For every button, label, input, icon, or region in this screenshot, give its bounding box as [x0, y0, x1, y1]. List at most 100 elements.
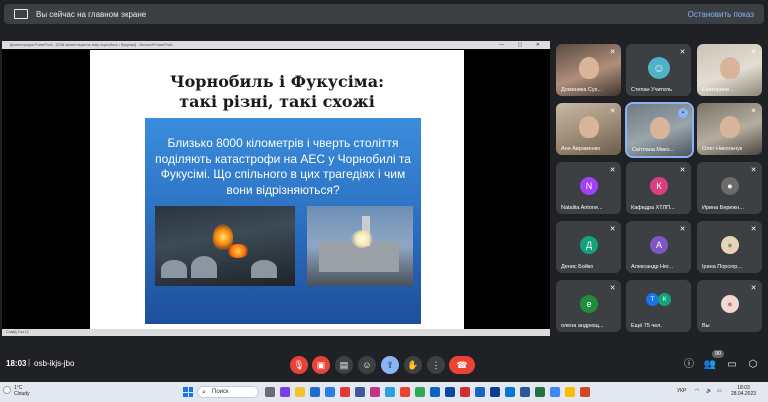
taskbar-search[interactable]: ⌕ Поиск [197, 386, 259, 398]
plant-tank [251, 260, 277, 278]
participant-avatar: А [650, 236, 668, 254]
participant-name: Екатерина ... [702, 87, 735, 93]
instagram-icon[interactable] [370, 387, 380, 397]
powerpoint-titlebar: Демонстрация PowerPoint - [OSB презентац… [2, 41, 550, 49]
volume-icon[interactable]: 🔈 [706, 388, 712, 395]
wifi-icon[interactable]: ◠ [695, 388, 699, 395]
participant-video [650, 117, 670, 139]
present-screen-button[interactable]: ⇪ [381, 356, 399, 374]
participant-tile[interactable]: ✕ Доминика Сух... [556, 44, 621, 96]
fukushima-photo [307, 206, 413, 286]
participant-avatar: N [580, 177, 598, 195]
app-icon[interactable] [340, 387, 350, 397]
mic-toggle-button[interactable]: 🎙 [290, 356, 308, 374]
keyboard-language[interactable]: УКР [677, 388, 686, 395]
participant-tile[interactable]: ● ✕ Ірина Порсюр... [697, 221, 762, 273]
globe-avatar-icon: ☺ [648, 57, 670, 79]
app-icon[interactable] [445, 387, 455, 397]
participant-tile[interactable]: ☺ ✕ Степан Учитель [626, 44, 691, 96]
participant-tile[interactable]: N ✕ Nataliia Antone... [556, 162, 621, 214]
slide-content-box: Близько 8000 кілометрів і чверть столітт… [145, 118, 421, 324]
participant-tile[interactable]: Д ✕ Денис Бойко [556, 221, 621, 273]
excel-icon[interactable] [535, 387, 545, 397]
participant-tile[interactable]: ✕ Аня Авраменко [556, 103, 621, 155]
participant-tile[interactable]: ✕ Екатерина ... [697, 44, 762, 96]
slide-body-text: Близько 8000 кілометрів і чверть столітт… [155, 136, 411, 197]
app-icon[interactable] [565, 387, 575, 397]
leave-call-button[interactable]: ☎ [449, 356, 475, 374]
slide-counter: Слайд 3 из 12 [6, 330, 29, 334]
battery-icon[interactable]: ▭ [717, 388, 722, 395]
app-icon[interactable] [400, 387, 410, 397]
self-tile[interactable]: ● ✕ Вы [697, 280, 762, 332]
app-icon[interactable] [505, 387, 515, 397]
participant-name: Nataliia Antone... [561, 205, 603, 211]
app-icon[interactable] [550, 387, 560, 397]
teams-icon[interactable] [280, 387, 290, 397]
meeting-controls: 18:03 | osb-ikjs-jbo 🎙 ▣ ▤ ☺ ⇪ ✋ ⋮ ☎ ⓘ 👥… [0, 348, 768, 382]
participant-tile-speaking[interactable]: ▪ Світлана Мико... [625, 102, 694, 158]
stop-presenting-button[interactable]: Остановить показ [688, 10, 754, 19]
store-icon[interactable] [325, 387, 335, 397]
participant-name: Кафедра ХТЛП... [631, 205, 675, 211]
edge-icon[interactable] [310, 387, 320, 397]
participant-tile[interactable]: е ✕ олена андрющ... [556, 280, 621, 332]
file-explorer-icon[interactable] [295, 387, 305, 397]
search-icon: ⌕ [202, 389, 206, 396]
explosion-glow [351, 230, 373, 248]
window-controls[interactable]: — ▢ ✕ [499, 42, 546, 48]
app-icon[interactable] [385, 387, 395, 397]
taskbar-clock[interactable]: 18:03 28.04.2023 [731, 385, 756, 397]
meeting-details-icon[interactable]: ⓘ [682, 359, 696, 371]
clock-date: 28.04.2023 [731, 391, 757, 397]
app-icon[interactable] [355, 387, 365, 397]
meeting-code: osb-ikjs-jbo [34, 359, 75, 368]
participant-name: Степан Учитель [631, 87, 672, 93]
camera-toggle-button[interactable]: ▣ [312, 356, 330, 374]
participant-video [579, 116, 599, 138]
acrobat-icon[interactable] [460, 387, 470, 397]
mic-off-icon: ✕ [609, 49, 616, 56]
mic-off-icon: ✕ [750, 285, 757, 292]
photoshop-icon[interactable] [490, 387, 500, 397]
participant-tile[interactable]: К ✕ Кафедра ХТЛП... [626, 162, 691, 214]
participant-video [720, 116, 740, 138]
participant-count-badge: 90 [712, 350, 725, 358]
participant-tile[interactable]: А ✕ Александр Нег... [626, 221, 691, 273]
app-icon[interactable] [430, 387, 440, 397]
weather-condition: Cloudy [14, 391, 30, 397]
participant-photo-avatar: ● [721, 236, 739, 254]
task-view-icon[interactable] [265, 387, 275, 397]
people-icon[interactable]: 👥 [703, 359, 717, 371]
more-options-icon[interactable]: ⋮ [427, 356, 445, 374]
participant-avatar: е [580, 295, 598, 313]
presenting-text: Вы сейчас на главном экране [36, 9, 147, 19]
windows-start-icon[interactable] [183, 387, 193, 397]
participant-name: олена андрющ... [561, 323, 604, 329]
powerpoint-icon[interactable] [580, 387, 590, 397]
chernobyl-photo [155, 206, 295, 286]
slide-title-line-2: такі різні, такі схожі [179, 92, 375, 111]
more-participants-tile[interactable]: Т К Ещё 75 чел. [626, 280, 691, 332]
speaking-indicator-icon: ▪ [678, 108, 688, 118]
participant-tile[interactable]: ● ✕ Ирина Бережн... [697, 162, 762, 214]
chat-icon[interactable]: ▭ [725, 359, 739, 371]
mic-off-icon: ✕ [609, 285, 616, 292]
weather-widget[interactable]: 1°C Cloudy [14, 385, 30, 397]
activities-icon[interactable]: ⬡ [746, 359, 760, 371]
participant-avatar: Д [580, 236, 598, 254]
participant-tile[interactable]: ✕ Олег Никольчук [697, 103, 762, 155]
app-icon[interactable] [475, 387, 485, 397]
raise-hand-button[interactable]: ✋ [404, 356, 422, 374]
emoji-button[interactable]: ☺ [358, 356, 376, 374]
mic-off-icon: ✕ [679, 49, 686, 56]
self-photo-avatar: ● [721, 295, 739, 313]
cloud-icon [3, 386, 11, 394]
participant-name: Олег Никольчук [702, 146, 743, 152]
captions-button[interactable]: ▤ [335, 356, 353, 374]
participant-video [579, 57, 599, 79]
word-icon[interactable] [520, 387, 530, 397]
participant-avatar: К [650, 177, 668, 195]
chrome-icon[interactable] [415, 387, 425, 397]
participant-name: Ирина Бережн... [702, 205, 744, 211]
